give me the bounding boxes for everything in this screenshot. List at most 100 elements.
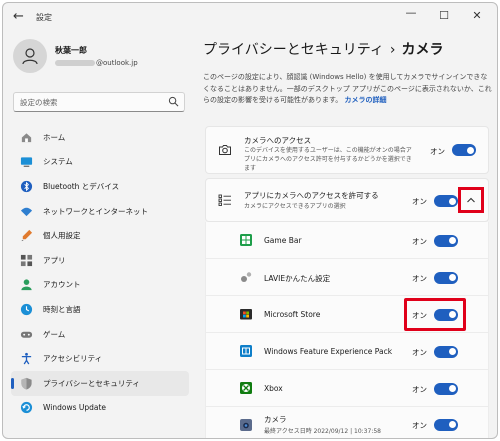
accounts-icon	[19, 278, 33, 292]
sidebar-item-accessibility[interactable]: アクセシビリティ	[11, 346, 189, 371]
app-state: オン	[412, 348, 427, 357]
sidebar-item-windows-update[interactable]: Windows Update	[11, 396, 189, 421]
app-name: Microsoft Store	[264, 310, 321, 319]
user-icon	[22, 48, 38, 65]
sidebar-item-network[interactable]: ネットワークとインターネット	[11, 199, 189, 224]
sidebar-item-label: ホーム	[43, 132, 66, 142]
sidebar-item-label: アカウント	[43, 280, 81, 290]
sidebar-item-accounts[interactable]: アカウント	[11, 273, 189, 298]
collapse-button[interactable]	[458, 187, 484, 213]
sidebar-item-apps[interactable]: アプリ	[11, 248, 189, 273]
app-state: オン	[412, 237, 427, 246]
back-arrow-icon[interactable]: ←	[13, 9, 24, 24]
search-box[interactable]	[13, 92, 185, 112]
sidebar-item-label: ネットワークとインターネット	[43, 206, 148, 216]
profile-email-domain: @outlook.jp	[96, 59, 138, 67]
gaming-icon	[19, 327, 33, 341]
app-state: オン	[412, 274, 427, 283]
sidebar-nav: ホーム システム Bluetooth とデバイス ネットワークとインターネット …	[11, 125, 189, 420]
sidebar-item-label: ゲーム	[43, 329, 66, 339]
app-row-microsoft-store: Microsoft Store オン	[205, 296, 489, 333]
feature-pack-toggle[interactable]	[434, 345, 458, 358]
network-icon	[19, 204, 33, 218]
sidebar-item-home[interactable]: ホーム	[11, 125, 189, 150]
camera-access-state: オン	[430, 147, 445, 156]
camera-details-link[interactable]: カメラの詳細	[345, 96, 387, 104]
camera-access-subtitle: このデバイスを使用するユーザーは、この機能がオンの場合アプリにカメラへのアクセス…	[244, 147, 412, 172]
app-row-xbox: Xbox オン	[205, 370, 489, 407]
app-name: LAVIEかんたん設定	[264, 274, 331, 283]
search-icon[interactable]	[168, 96, 179, 107]
app-access-toggle[interactable]	[434, 195, 458, 207]
sidebar-item-label: 時刻と言語	[43, 304, 81, 314]
app-row-camera: カメラ 最終アクセス日時 2022/09/12 | 10:37:58 オン	[205, 407, 489, 438]
app-row-feature-pack: Windows Feature Experience Pack オン	[205, 333, 489, 370]
breadcrumb-parent[interactable]: プライバシーとセキュリティ	[203, 42, 384, 58]
app-last-access: 最終アクセス日時 2022/09/12 | 10:37:58	[264, 428, 381, 435]
app-access-subtitle: カメラにアクセスできるアプリの選択	[244, 203, 346, 210]
sidebar-item-time-language[interactable]: 時刻と言語	[11, 297, 189, 322]
game-bar-toggle[interactable]	[434, 234, 458, 247]
xbox-icon	[240, 382, 252, 394]
lavie-toggle[interactable]	[434, 271, 458, 284]
highlight-box	[404, 298, 466, 331]
sidebar-item-label: システム	[43, 157, 73, 167]
game-bar-icon	[240, 234, 252, 246]
sidebar-item-system[interactable]: システム	[11, 150, 189, 175]
app-access-title: アプリにカメラへのアクセスを許可する	[244, 191, 379, 200]
privacy-shield-icon	[19, 376, 33, 390]
home-icon	[19, 130, 33, 144]
sidebar-item-label: Bluetooth とデバイス	[43, 181, 120, 191]
app-name: カメラ	[264, 415, 287, 424]
app-row-game-bar: Game Bar オン	[205, 222, 489, 259]
sidebar-item-gaming[interactable]: ゲーム	[11, 322, 189, 347]
apps-icon	[19, 253, 33, 267]
microsoft-store-icon	[240, 309, 252, 320]
app-list-icon	[218, 194, 231, 206]
breadcrumb-separator: ›	[389, 42, 396, 58]
breadcrumb: プライバシーとセキュリティ › カメラ	[203, 39, 444, 59]
sidebar-item-label: 個人用設定	[43, 231, 81, 241]
bluetooth-icon	[19, 179, 33, 193]
system-icon	[19, 155, 33, 169]
app-state: オン	[412, 385, 427, 394]
app-name: Game Bar	[264, 236, 302, 245]
camera-icon	[219, 145, 231, 155]
camera-access-card: カメラへのアクセス このデバイスを使用するユーザーは、この機能がオンの場合アプリ…	[205, 126, 489, 174]
time-language-icon	[19, 302, 33, 316]
search-input[interactable]	[20, 96, 160, 109]
sidebar-item-label: アクセシビリティ	[43, 354, 103, 364]
xbox-toggle[interactable]	[434, 382, 458, 395]
camera-app-toggle[interactable]	[434, 418, 458, 431]
accessibility-icon	[19, 352, 33, 366]
personalization-icon	[19, 229, 33, 243]
settings-window: ← 設定 — ☐ ✕ 秋葉一郎 @outlook.jp ホーム	[2, 2, 498, 439]
main-content: プライバシーとセキュリティ › カメラ このページの設定により、顔認識 (Windo…	[199, 3, 497, 438]
app-name: Xbox	[264, 384, 283, 393]
camera-access-toggle[interactable]	[452, 144, 476, 156]
camera-app-icon	[240, 418, 252, 431]
email-redaction	[55, 60, 95, 66]
sidebar-item-bluetooth[interactable]: Bluetooth とデバイス	[11, 174, 189, 199]
app-name: Windows Feature Experience Pack	[264, 347, 393, 356]
page-description: このページの設定により、顔認識 (Windows Hello) を使用してカメラ…	[203, 72, 493, 107]
profile-name: 秋葉一郎	[55, 46, 87, 55]
app-title: 設定	[36, 13, 52, 22]
camera-access-title: カメラへのアクセス	[244, 136, 312, 145]
avatar[interactable]	[13, 39, 47, 73]
chevron-up-icon	[467, 197, 475, 203]
profile-email: @outlook.jp	[55, 59, 138, 67]
app-row-lavie: LAVIEかんたん設定 オン	[205, 259, 489, 296]
app-access-state: オン	[412, 197, 427, 206]
windows-update-icon	[19, 401, 33, 415]
feature-pack-icon	[240, 345, 252, 357]
sidebar-item-label: Windows Update	[43, 403, 107, 413]
sidebar-item-label: アプリ	[43, 255, 66, 265]
sidebar-item-personalization[interactable]: 個人用設定	[11, 223, 189, 248]
lavie-settings-icon	[241, 272, 252, 282]
page-title: カメラ	[401, 42, 444, 58]
app-access-card: アプリにカメラへのアクセスを許可する カメラにアクセスできるアプリの選択 オン	[205, 178, 489, 222]
sidebar-item-privacy-security[interactable]: プライバシーとセキュリティ	[11, 370, 189, 396]
app-state: オン	[412, 421, 427, 430]
sidebar-item-label: プライバシーとセキュリティ	[43, 378, 140, 388]
